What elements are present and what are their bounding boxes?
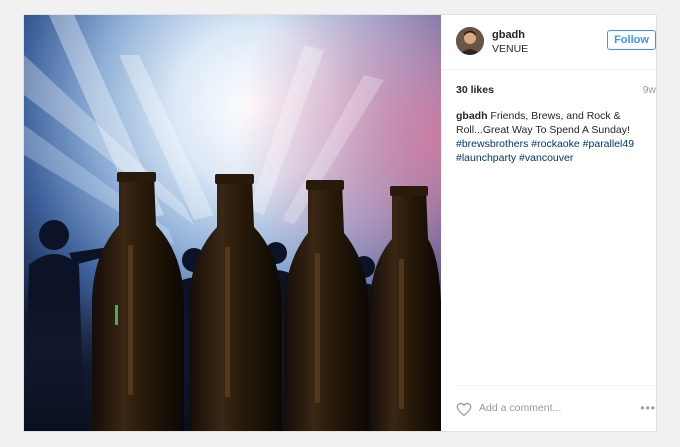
post-time[interactable]: 9w <box>643 84 656 96</box>
avatar[interactable] <box>456 27 484 55</box>
likes-count[interactable]: 30 likes <box>456 84 494 96</box>
caption: gbadh Friends, Brews, and Rock & Roll...… <box>456 109 651 165</box>
post-sidebar: gbadh VENUE Follow 30 likes 9w gbadh Fri… <box>441 15 656 431</box>
post-photo[interactable] <box>24 15 441 431</box>
post-header: gbadh VENUE Follow <box>441 15 656 70</box>
hashtag-link[interactable]: #parallel49 <box>583 138 634 150</box>
location[interactable]: VENUE <box>492 43 528 55</box>
hashtag-link[interactable]: #vancouver <box>519 152 573 164</box>
more-options-icon[interactable]: ••• <box>640 402 656 414</box>
avatar-image <box>456 27 484 55</box>
concert-bottles-image <box>24 15 441 431</box>
hashtag-link[interactable]: #brewsbrothers <box>456 138 528 150</box>
follow-button[interactable]: Follow <box>607 30 656 50</box>
hashtag-link[interactable]: #launchparty <box>456 152 516 164</box>
username[interactable]: gbadh <box>492 29 525 41</box>
comment-bar: Add a comment... ••• <box>456 385 656 432</box>
hashtag-link[interactable]: #rockaoke <box>531 138 579 150</box>
caption-username[interactable]: gbadh <box>456 110 488 122</box>
comment-input[interactable]: Add a comment... <box>479 402 561 414</box>
instagram-post: gbadh VENUE Follow 30 likes 9w gbadh Fri… <box>23 14 657 432</box>
heart-outline-icon[interactable] <box>456 402 472 417</box>
